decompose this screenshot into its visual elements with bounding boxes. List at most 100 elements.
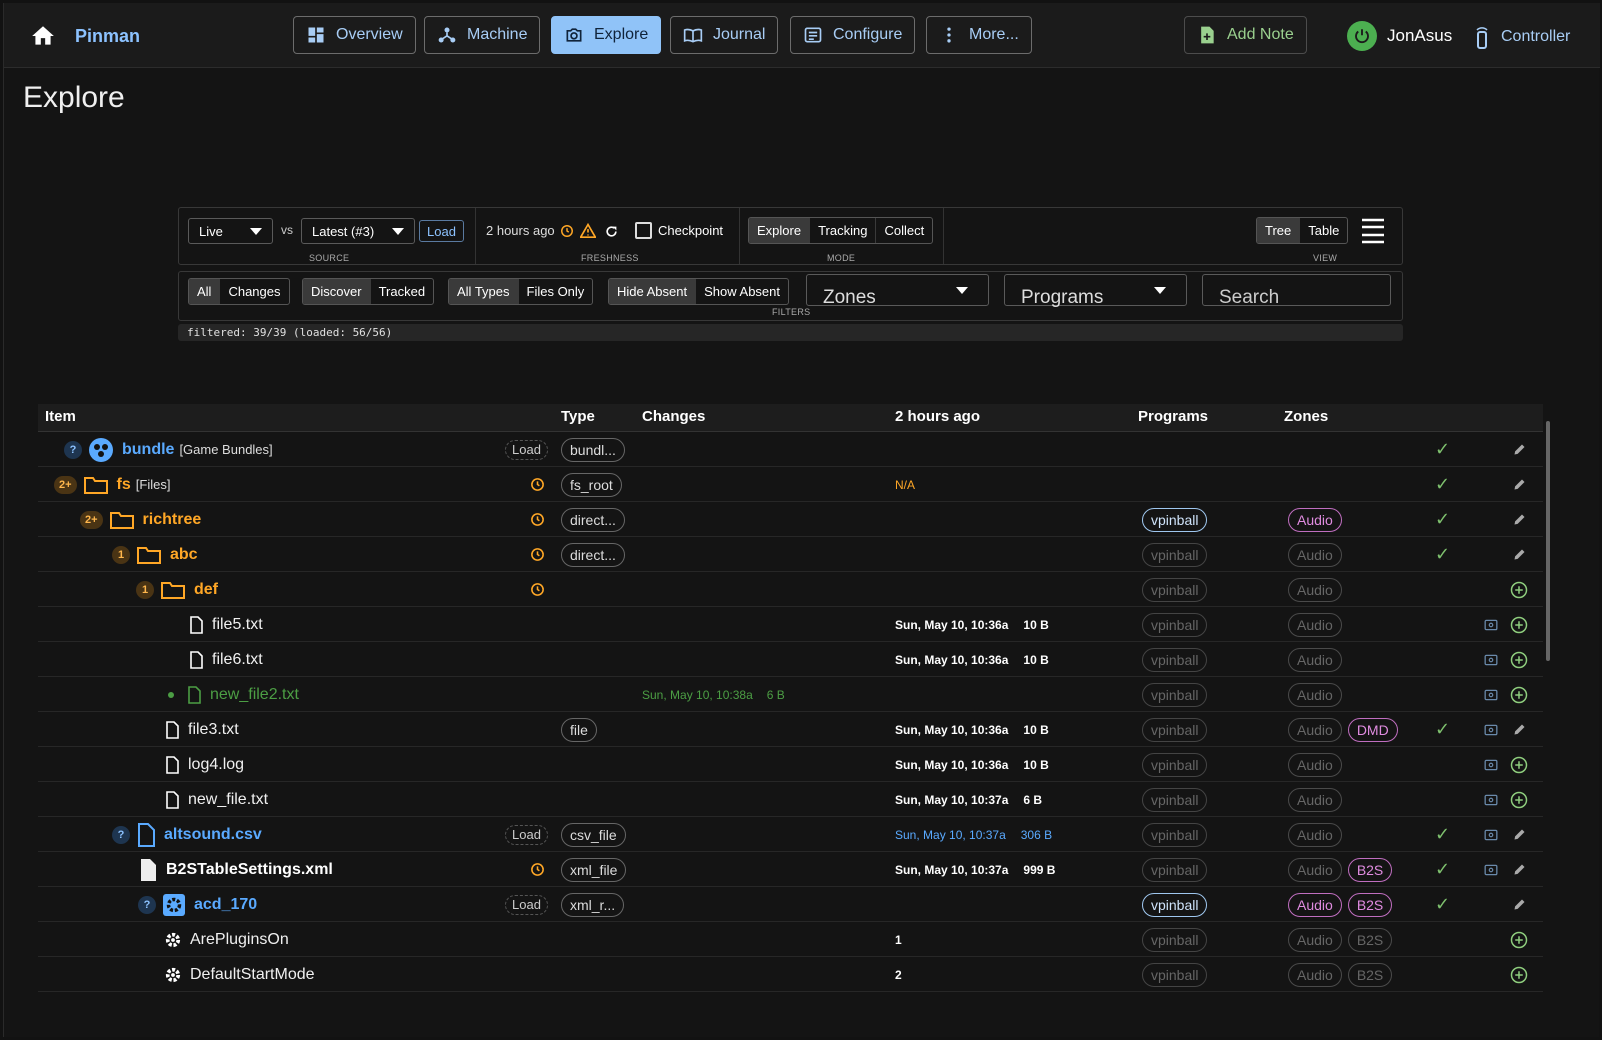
table-row[interactable]: 2+ fs [Files] fs_root N/A ✓ [38, 467, 1543, 502]
view-tree[interactable]: Tree [1257, 218, 1301, 243]
zone-chip[interactable]: Audio [1288, 927, 1342, 952]
count-badge[interactable]: ? [112, 825, 130, 844]
item-name[interactable]: abc [170, 546, 198, 564]
view-icon[interactable] [1484, 747, 1498, 782]
item-name[interactable]: new_file.txt [188, 791, 268, 809]
nav-more[interactable]: More... [926, 16, 1032, 54]
edit-icon[interactable] [1512, 467, 1527, 502]
col-type[interactable]: Type [561, 408, 595, 425]
add-circle-icon[interactable] [1510, 642, 1528, 677]
item-name[interactable]: altsound.csv [164, 826, 262, 844]
edit-icon[interactable] [1512, 817, 1527, 852]
program-chip[interactable]: vpinball [1142, 962, 1208, 987]
view-icon[interactable] [1484, 852, 1498, 887]
item-name[interactable]: file5.txt [212, 616, 263, 634]
add-note-button[interactable]: Add Note [1184, 16, 1307, 54]
program-chip[interactable]: vpinball [1142, 507, 1208, 532]
table-row[interactable]: ? acd_170 Load xml_r... vpinball Audio B2S ✓ [38, 887, 1543, 922]
nav-journal[interactable]: Journal [670, 16, 779, 54]
add-circle-icon[interactable] [1510, 747, 1528, 782]
filter-discover[interactable]: Discover [303, 279, 371, 304]
table-row[interactable]: DefaultStartMode 2 vpinball Audio B2S [38, 957, 1543, 992]
zones-select[interactable]: Zones [806, 274, 989, 308]
col-time[interactable]: 2 hours ago [895, 408, 980, 425]
item-name[interactable]: log4.log [188, 756, 244, 774]
table-row[interactable]: 1 abc direct... vpinball Audio ✓ [38, 537, 1543, 572]
item-name[interactable]: bundle [122, 441, 174, 459]
program-chip[interactable]: vpinball [1142, 787, 1208, 812]
zone-chip[interactable]: Audio [1288, 787, 1342, 812]
view-icon[interactable] [1484, 712, 1498, 747]
zone-chip[interactable]: Audio [1288, 577, 1342, 602]
col-programs[interactable]: Programs [1138, 408, 1208, 425]
filter-all[interactable]: All [189, 279, 221, 304]
zone-chip[interactable]: DMD [1347, 717, 1398, 742]
edit-icon[interactable] [1512, 502, 1527, 537]
load-chip[interactable]: Load [505, 824, 548, 845]
col-item[interactable]: Item [45, 408, 76, 425]
item-name[interactable]: DefaultStartMode [190, 966, 315, 984]
load-chip[interactable]: Load [505, 894, 548, 915]
filter-hide-absent[interactable]: Hide Absent [609, 279, 697, 304]
zone-chip[interactable]: Audio [1288, 752, 1342, 777]
zone-chip[interactable]: Audio [1288, 857, 1342, 882]
program-chip[interactable]: vpinball [1142, 892, 1208, 917]
program-chip[interactable]: vpinball [1142, 577, 1208, 602]
filter-show-absent[interactable]: Show Absent [696, 279, 788, 304]
refresh-icon[interactable] [605, 225, 618, 238]
zone-chip[interactable]: B2S [1347, 892, 1393, 917]
count-badge[interactable]: 1 [136, 580, 154, 599]
home-icon[interactable] [30, 23, 56, 49]
view-icon[interactable] [1484, 642, 1498, 677]
item-name[interactable]: acd_170 [194, 896, 257, 914]
program-chip[interactable]: vpinball [1142, 717, 1208, 742]
controller-link[interactable]: Controller [1475, 25, 1570, 49]
view-icon[interactable] [1484, 782, 1498, 817]
mode-tracking[interactable]: Tracking [810, 218, 877, 243]
add-circle-icon[interactable] [1510, 607, 1528, 642]
item-name[interactable]: fs [117, 476, 131, 494]
item-name[interactable]: richtree [143, 511, 202, 529]
table-row[interactable]: ArePluginsOn 1 vpinball Audio B2S [38, 922, 1543, 957]
user-menu[interactable]: JonAsus [1347, 21, 1452, 51]
edit-icon[interactable] [1512, 432, 1527, 467]
table-row[interactable]: B2STableSettings.xml xml_file Sun, May 10,… [38, 852, 1543, 887]
zone-chip[interactable]: B2S [1347, 857, 1393, 882]
scrollbar-thumb[interactable] [1546, 421, 1550, 661]
table-row[interactable]: log4.log Sun, May 10, 10:36a 10 B vpinball A… [38, 747, 1543, 782]
item-name[interactable]: def [194, 581, 218, 599]
edit-icon[interactable] [1512, 887, 1527, 922]
table-row[interactable]: file6.txt Sun, May 10, 10:36a 10 B vpinball… [38, 642, 1543, 677]
add-circle-icon[interactable] [1510, 677, 1528, 712]
nav-overview[interactable]: Overview [293, 16, 416, 54]
filter-tracked[interactable]: Tracked [371, 279, 433, 304]
add-circle-icon[interactable] [1510, 572, 1528, 607]
table-row[interactable]: file3.txt file Sun, May 10, 10:36a 10 B vpin… [38, 712, 1543, 747]
zone-chip[interactable]: Audio [1288, 962, 1342, 987]
item-name[interactable]: ArePluginsOn [190, 931, 289, 949]
source-live-select[interactable]: Live [188, 218, 273, 244]
load-button[interactable]: Load [419, 220, 464, 242]
nav-machine[interactable]: Machine [424, 16, 541, 54]
search-input[interactable]: Search [1202, 274, 1391, 308]
edit-icon[interactable] [1512, 852, 1527, 887]
program-chip[interactable]: vpinball [1142, 647, 1208, 672]
zone-chip[interactable]: Audio [1288, 612, 1342, 637]
brand[interactable]: Pinman [75, 26, 140, 47]
program-chip[interactable]: vpinball [1142, 927, 1208, 952]
nav-explore[interactable]: Explore [551, 16, 662, 54]
program-chip[interactable]: vpinball [1142, 612, 1208, 637]
zone-chip[interactable]: Audio [1288, 507, 1342, 532]
table-row[interactable]: new_file.txt Sun, May 10, 10:37a 6 B vpinba… [38, 782, 1543, 817]
load-chip[interactable]: Load [505, 439, 548, 460]
count-badge[interactable]: 1 [112, 545, 130, 564]
mode-explore[interactable]: Explore [749, 218, 811, 243]
programs-select[interactable]: Programs [1004, 274, 1187, 308]
program-chip[interactable]: vpinball [1142, 857, 1208, 882]
zone-chip[interactable]: Audio [1288, 647, 1342, 672]
nav-configure[interactable]: Configure [790, 16, 916, 54]
col-zones[interactable]: Zones [1284, 408, 1328, 425]
filter-all-types[interactable]: All Types [449, 279, 519, 304]
add-circle-icon[interactable] [1510, 922, 1528, 957]
item-name[interactable]: file3.txt [188, 721, 239, 739]
